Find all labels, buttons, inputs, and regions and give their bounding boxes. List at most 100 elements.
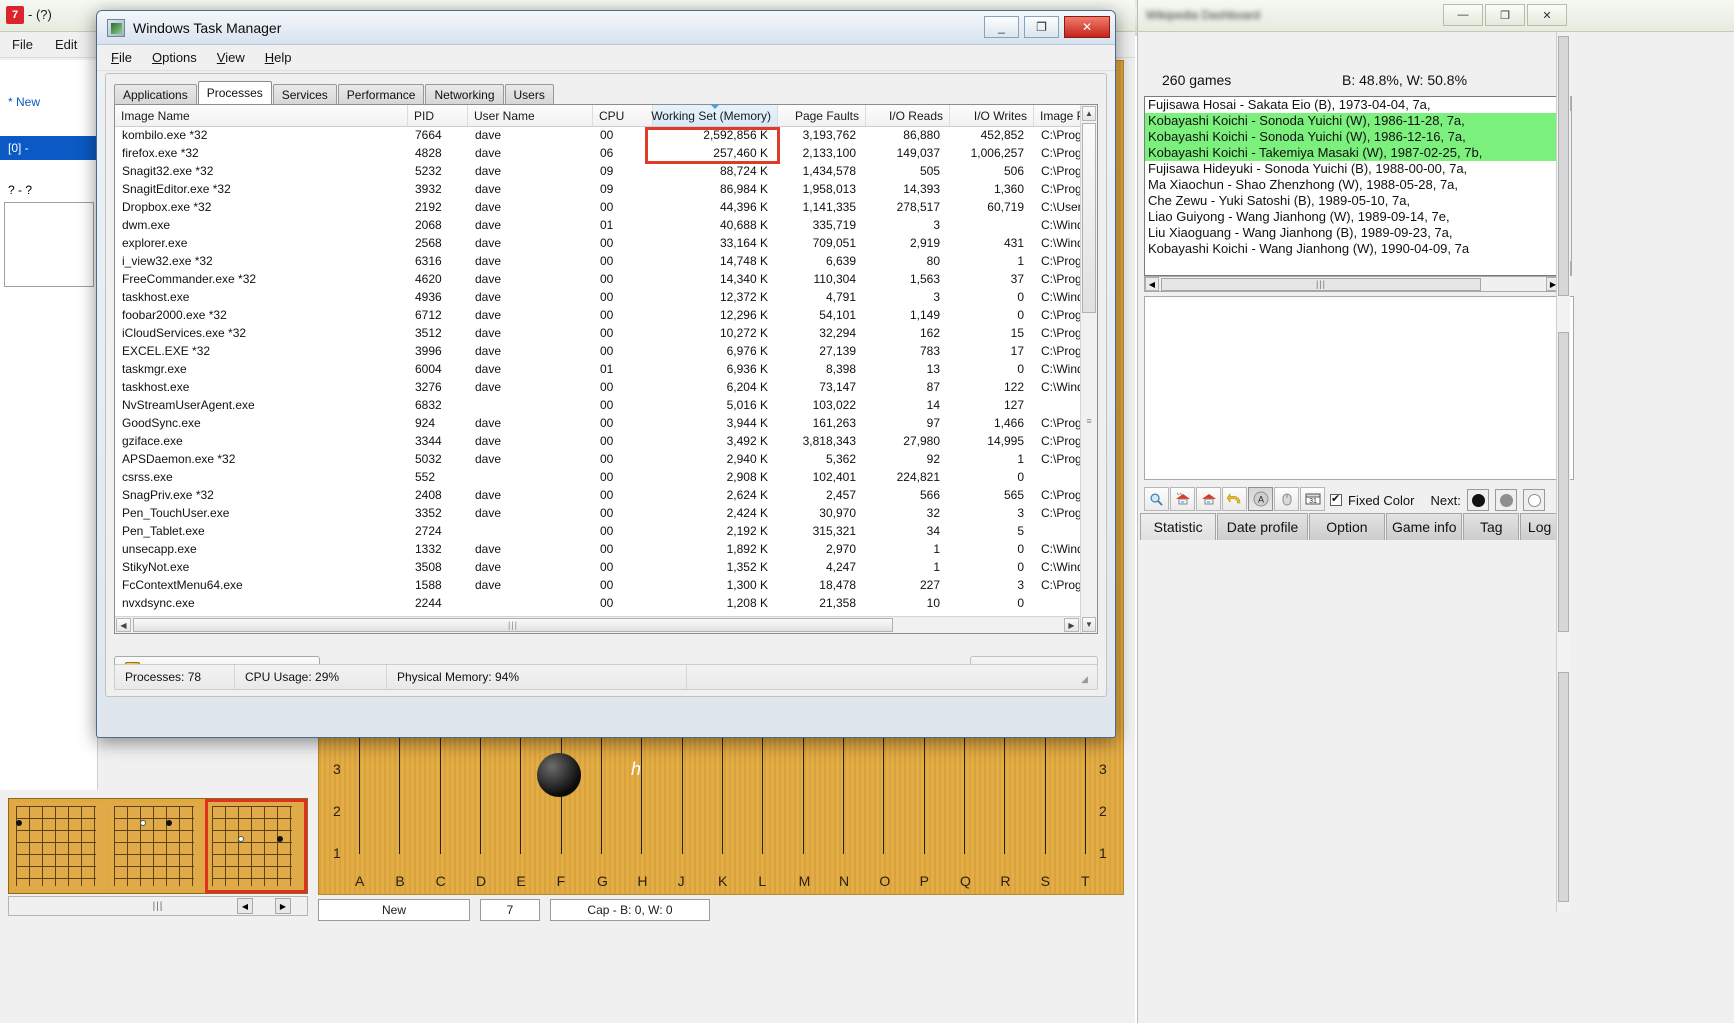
minimize-button[interactable]: _ [984, 16, 1019, 38]
menu-help[interactable]: Help [265, 50, 292, 65]
table-row[interactable]: FcContextMenu64.exe1588dave001,300 K18,4… [115, 578, 1097, 596]
scrollbar-segment[interactable] [1558, 332, 1569, 632]
tab-performance[interactable]: Performance [338, 84, 425, 104]
column-header-image-name[interactable]: Image Name [115, 105, 408, 126]
sidebar-item-new[interactable]: * New [0, 90, 97, 114]
game-list-item[interactable]: Che Zewu - Yuki Satoshi (B), 1989-05-10,… [1145, 193, 1560, 209]
game-list-item[interactable]: Kobayashi Koichi - Sonoda Yuichi (W), 19… [1145, 129, 1560, 145]
process-list[interactable]: Image NamePIDUser NameCPUWorking Set (Me… [114, 104, 1098, 634]
board-thumbnail[interactable] [12, 802, 108, 890]
game-list-item[interactable]: Fujisawa Hosai - Sakata Eio (B), 1973-04… [1145, 97, 1560, 113]
mouse-icon[interactable] [1274, 487, 1299, 511]
undo-arrow-icon[interactable] [1222, 487, 1247, 511]
search-icon[interactable] [1144, 487, 1169, 511]
tab-game-info[interactable]: Game info [1386, 513, 1462, 540]
table-row[interactable]: taskhost.exe3276dave006,204 K73,14787122… [115, 380, 1097, 398]
thumbnail-scrollbar[interactable]: ||| ◀ ▶ [8, 896, 308, 916]
table-row[interactable]: Pen_TouchUser.exe3352dave002,424 K30,970… [115, 506, 1097, 524]
table-row[interactable]: SnagitEditor.exe *323932dave0986,984 K1,… [115, 182, 1097, 200]
letter-a-icon[interactable]: A [1248, 487, 1273, 511]
column-header-cpu[interactable]: CPU [593, 105, 653, 126]
table-row[interactable]: nvxdsync.exe2244001,208 K21,358100 [115, 596, 1097, 614]
tab-log[interactable]: Log [1520, 513, 1559, 540]
game-name-field[interactable]: New [318, 899, 470, 921]
scrollbar-thumb[interactable] [1082, 123, 1096, 313]
game-list[interactable]: Fujisawa Hosai - Sakata Eio (B), 1973-04… [1144, 96, 1561, 276]
table-row[interactable]: NvStreamUserAgent.exe6832005,016 K103,02… [115, 398, 1097, 416]
column-header-io-reads[interactable]: I/O Reads [866, 105, 950, 126]
process-list-vertical-scrollbar[interactable]: ▲ ≡ ▼ [1080, 105, 1097, 633]
menu-view[interactable]: View [217, 50, 245, 65]
resize-grip-icon[interactable]: ◢ [1081, 674, 1093, 686]
scroll-left-arrow[interactable]: ◀ [1145, 277, 1159, 291]
table-row[interactable]: explorer.exe2568dave0033,164 K709,0512,9… [115, 236, 1097, 254]
tab-services[interactable]: Services [273, 84, 337, 104]
calendar-icon[interactable]: 31 [1300, 487, 1325, 511]
task-manager-tabs[interactable]: ApplicationsProcessesServicesPerformance… [114, 82, 555, 104]
table-row[interactable]: APSDaemon.exe *325032dave002,940 K5,3629… [115, 452, 1097, 470]
house-back-icon[interactable] [1170, 487, 1195, 511]
scroll-right-arrow[interactable]: ▶ [1064, 618, 1079, 632]
board-thumbnail-strip[interactable] [8, 798, 308, 894]
table-row[interactable]: taskhost.exe4936dave0012,372 K4,79130C:\… [115, 290, 1097, 308]
table-row[interactable]: unsecapp.exe1332dave001,892 K2,97010C:\W… [115, 542, 1097, 560]
table-row[interactable]: GoodSync.exe924dave003,944 K161,263971,4… [115, 416, 1097, 434]
game-list-item[interactable]: Kobayashi Koichi - Wang Jianhong (W), 19… [1145, 241, 1560, 257]
tab-date-profile[interactable]: Date profile [1217, 513, 1307, 540]
process-list-horizontal-scrollbar[interactable]: ◀ ||| ▶ [115, 616, 1080, 633]
sidebar-item-selected-game[interactable]: [0] - [0, 136, 97, 160]
minimize-button[interactable]: — [1443, 4, 1483, 26]
scroll-left-arrow[interactable]: ◀ [116, 618, 131, 632]
scroll-left-arrow[interactable]: ◀ [237, 898, 253, 914]
game-list-item[interactable]: Liao Guiyong - Wang Jianhong (W), 1989-0… [1145, 209, 1560, 225]
right-panel-tabs[interactable]: StatisticDate profileOptionGame infoTagL… [1140, 513, 1560, 541]
table-row[interactable]: kombilo.exe *327664dave002,592,856 K3,19… [115, 128, 1097, 146]
maximize-button[interactable]: ❐ [1485, 4, 1525, 26]
maximize-button[interactable]: ❐ [1024, 16, 1059, 38]
table-row[interactable]: taskmgr.exe6004dave016,936 K8,398130C:\W… [115, 362, 1097, 380]
game-list-item[interactable]: Liu Xiaoguang - Wang Jianhong (B), 1989-… [1145, 225, 1560, 241]
scroll-right-arrow[interactable]: ▶ [275, 898, 291, 914]
table-row[interactable]: Dropbox.exe *322192dave0044,396 K1,141,3… [115, 200, 1097, 218]
table-row[interactable]: EXCEL.EXE *323996dave006,976 K27,1397831… [115, 344, 1097, 362]
menu-file[interactable]: File [111, 50, 132, 65]
close-button[interactable]: ✕ [1527, 4, 1567, 26]
tab-statistic[interactable]: Statistic [1140, 513, 1216, 540]
scroll-up-arrow[interactable]: ▲ [1082, 106, 1096, 121]
table-row[interactable]: csrss.exe552002,908 K102,401224,8210 [115, 470, 1097, 488]
table-row[interactable]: dwm.exe2068dave0140,688 K335,7193C:\Wind [115, 218, 1097, 236]
board-thumbnail[interactable] [110, 802, 206, 890]
table-row[interactable]: Pen_Tablet.exe2724002,192 K315,321345 [115, 524, 1097, 542]
game-list-item[interactable]: Kobayashi Koichi - Takemiya Masaki (W), … [1145, 145, 1560, 161]
fixed-color-checkbox[interactable] [1330, 494, 1342, 506]
board-thumbnail-selected[interactable] [208, 802, 304, 890]
task-manager-menubar[interactable]: File Options View Help [97, 45, 1115, 71]
table-row[interactable]: FreeCommander.exe *324620dave0014,340 K1… [115, 272, 1097, 290]
task-manager-titlebar[interactable]: Windows Task Manager _ ❐ ✕ [97, 11, 1115, 45]
tab-option[interactable]: Option [1309, 513, 1385, 540]
next-black-stone-swatch[interactable] [1467, 489, 1489, 511]
move-number-field[interactable]: 7 [480, 899, 540, 921]
kombilo-menu-file[interactable]: File [12, 37, 33, 52]
table-row[interactable]: i_view32.exe *326316dave0014,748 K6,6398… [115, 254, 1097, 272]
table-row[interactable]: gziface.exe3344dave003,492 K3,818,34327,… [115, 434, 1097, 452]
process-list-header[interactable]: Image NamePIDUser NameCPUWorking Set (Me… [115, 105, 1097, 127]
column-header-pid[interactable]: PID [408, 105, 468, 126]
menu-options[interactable]: Options [152, 50, 197, 65]
tab-users[interactable]: Users [505, 84, 554, 104]
table-row[interactable]: foobar2000.exe *326712dave0012,296 K54,1… [115, 308, 1097, 326]
scrollbar-thumb[interactable]: ||| [1161, 278, 1481, 291]
column-header-working-set[interactable]: Working Set (Memory) [653, 105, 778, 126]
table-row[interactable]: StikyNot.exe3508dave001,352 K4,24710C:\W… [115, 560, 1097, 578]
tab-applications[interactable]: Applications [114, 84, 197, 104]
column-header-page-faults[interactable]: Page Faults [778, 105, 866, 126]
scroll-down-arrow[interactable]: ▼ [1082, 617, 1096, 632]
table-row[interactable]: firefox.exe *324828dave06257,460 K2,133,… [115, 146, 1097, 164]
table-row[interactable]: SnagPriv.exe *322408dave002,624 K2,45756… [115, 488, 1097, 506]
scrollbar-segment[interactable] [1558, 672, 1569, 902]
table-row[interactable]: iCloudServices.exe *323512dave0010,272 K… [115, 326, 1097, 344]
column-header-io-writes[interactable]: I/O Writes [950, 105, 1034, 126]
scrollbar-thumb[interactable]: ||| [133, 618, 893, 632]
kombilo-menu-edit[interactable]: Edit [55, 37, 77, 52]
tab-tag[interactable]: Tag [1463, 513, 1519, 540]
